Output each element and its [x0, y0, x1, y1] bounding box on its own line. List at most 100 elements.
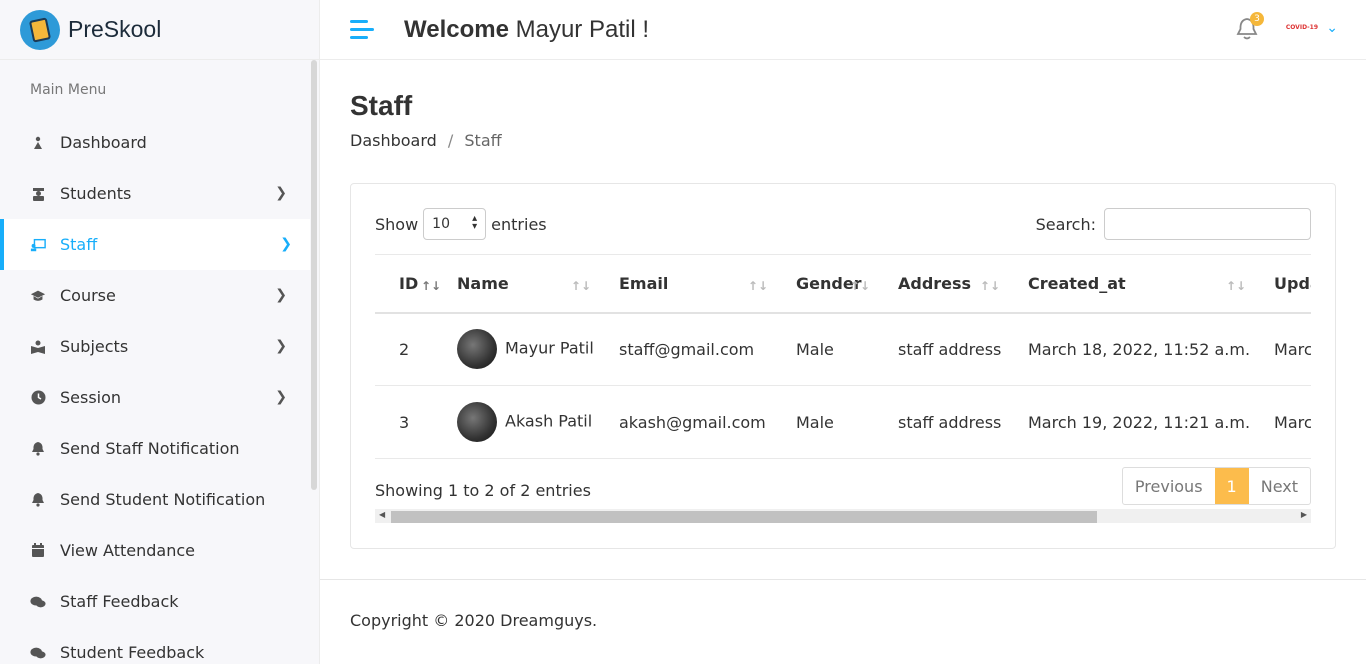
- breadcrumb-separator: /: [447, 131, 454, 150]
- column-header-updated-at[interactable]: Updated_at: [1250, 254, 1311, 314]
- sidebar-item-label: Student Feedback: [60, 643, 205, 662]
- avatar[interactable]: [457, 402, 497, 442]
- sort-icon: ↑↓: [747, 279, 768, 293]
- sidebar-item-staff[interactable]: Staff ❯: [0, 219, 310, 270]
- pagination: Previous 1 Next: [1121, 467, 1311, 505]
- sort-icon: ↑↓: [849, 279, 870, 293]
- sidebar-item-label: Course: [60, 286, 116, 305]
- page-button-1[interactable]: 1: [1214, 468, 1249, 504]
- sort-icon: ↑↓: [979, 279, 1000, 293]
- user-name: Mayur Patil !: [515, 15, 649, 43]
- notification-badge: 3: [1250, 12, 1264, 26]
- staff-name[interactable]: Mayur Patil: [505, 339, 594, 358]
- sidebar-item-label: Staff Feedback: [60, 592, 179, 611]
- breadcrumb-dashboard[interactable]: Dashboard: [350, 131, 437, 150]
- column-header-gender[interactable]: Gender ↑↓: [772, 254, 874, 314]
- sort-icon: ↑↓: [570, 279, 591, 293]
- menu-title: Main Menu: [30, 82, 107, 98]
- next-button[interactable]: Next: [1249, 468, 1310, 504]
- book-reader-icon: [30, 339, 46, 355]
- cell-created-at: March 19, 2022, 11:21 a.m.: [1004, 385, 1251, 459]
- sidebar-item-label: View Attendance: [60, 541, 195, 560]
- chevron-right-icon: ❯: [275, 287, 287, 303]
- sidebar-item-send-staff-notification[interactable]: Send Staff Notification: [0, 423, 319, 474]
- sidebar-item-dashboard[interactable]: Dashboard: [0, 117, 319, 168]
- welcome-text: Welcome Mayur Patil !: [404, 16, 649, 44]
- column-header-email[interactable]: Email ↑↓: [595, 254, 772, 314]
- column-header-id[interactable]: ID ↑↓: [375, 254, 441, 314]
- cell-email: akash@gmail.com: [595, 385, 772, 459]
- cell-address: staff address: [874, 312, 1004, 386]
- table-row: 3 Akash Patil akash@gmail.com Male staff…: [375, 385, 1311, 459]
- chevron-down-icon[interactable]: ⌄: [1326, 20, 1338, 36]
- staff-table: ID ↑↓ Name ↑↓ Email ↑↓ Gender ↑↓ Address ↑↓ C…: [375, 254, 1311, 459]
- column-header-name[interactable]: Name ↑↓: [433, 254, 595, 314]
- sidebar-item-label: Students: [60, 184, 132, 203]
- calendar-icon: [30, 543, 46, 559]
- scroll-left-icon[interactable]: ◀: [379, 510, 385, 519]
- copyright-text: Copyright © 2020 Dreamguys.: [350, 611, 598, 630]
- sidebar-item-label: Dashboard: [60, 133, 147, 152]
- avatar[interactable]: [457, 329, 497, 370]
- chevron-right-icon: ❯: [275, 389, 287, 405]
- previous-button[interactable]: Previous: [1123, 468, 1215, 504]
- sidebar-scrollbar[interactable]: [311, 60, 317, 490]
- sidebar-item-view-attendance[interactable]: View Attendance: [0, 525, 319, 576]
- sidebar-item-send-student-notification[interactable]: Send Student Notification: [0, 474, 319, 525]
- brand-name: PreSkool: [68, 16, 162, 42]
- entries-label: entries: [491, 214, 547, 234]
- menu-toggle-icon[interactable]: [350, 19, 374, 40]
- chevron-right-icon: ❯: [275, 338, 287, 354]
- staff-table-card: Show 10 ▴ ▾ entries Search: ID ↑↓ Name ↑↓ E…: [350, 183, 1336, 549]
- cell-id: 2: [375, 312, 433, 386]
- cell-name: Akash Patil: [433, 385, 595, 459]
- sidebar: PreSkool Main Menu Dashboard Students ❯ …: [0, 0, 320, 664]
- chevron-right-icon: ❯: [275, 185, 287, 201]
- graduation-cap-icon: [30, 288, 46, 304]
- cell-created-at: March 18, 2022, 11:52 a.m.: [1004, 312, 1251, 386]
- column-header-created-at[interactable]: Created_at ↑↓: [1004, 254, 1251, 314]
- breadcrumb: Dashboard / Staff: [350, 131, 502, 150]
- search-control: Search:: [1036, 208, 1311, 240]
- comments-icon: [30, 645, 46, 661]
- dashboard-icon: [30, 135, 46, 151]
- clock-icon: [30, 390, 46, 406]
- cell-gender: Male: [772, 385, 874, 459]
- bell-icon: [30, 492, 46, 508]
- main-content: Staff Dashboard / Staff Show 10 ▴ ▾ entri…: [320, 60, 1366, 664]
- cell-updated-at: March 1: [1250, 385, 1311, 459]
- cell-name: Mayur Patil: [433, 312, 595, 386]
- top-header: Welcome Mayur Patil ! 3 COVID-19 ⌄: [320, 0, 1366, 60]
- logo[interactable]: PreSkool: [0, 0, 319, 60]
- sidebar-item-staff-feedback[interactable]: Staff Feedback: [0, 576, 319, 627]
- page-title: Staff: [350, 90, 413, 121]
- sidebar-item-students[interactable]: Students ❯: [0, 168, 319, 219]
- welcome-bold: Welcome: [404, 15, 509, 43]
- sidebar-item-student-feedback[interactable]: Student Feedback: [0, 627, 319, 664]
- sidebar-item-label: Send Staff Notification: [60, 439, 240, 458]
- user-avatar[interactable]: COVID-19: [1286, 24, 1318, 31]
- column-header-address[interactable]: Address ↑↓: [874, 254, 1004, 314]
- sidebar-item-subjects[interactable]: Subjects ❯: [0, 321, 319, 372]
- entries-select[interactable]: 10 ▴ ▾: [423, 208, 487, 240]
- sidebar-item-course[interactable]: Course ❯: [0, 270, 319, 321]
- horizontal-scrollbar[interactable]: ◀ ▶: [375, 509, 1311, 523]
- cell-id: 3: [375, 385, 433, 459]
- cell-email: staff@gmail.com: [595, 312, 772, 386]
- sidebar-item-session[interactable]: Session ❯: [0, 372, 319, 423]
- sidebar-item-label: Subjects: [60, 337, 129, 356]
- comments-icon: [30, 594, 46, 610]
- show-label: Show: [375, 214, 419, 234]
- staff-name[interactable]: Akash Patil: [505, 412, 592, 431]
- cell-address: staff address: [874, 385, 1004, 459]
- cell-gender: Male: [772, 312, 874, 386]
- chevron-right-icon: ❯: [280, 236, 292, 252]
- sidebar-item-label: Send Student Notification: [60, 490, 266, 509]
- scrollbar-thumb[interactable]: [391, 511, 1097, 523]
- sidebar-item-label: Staff: [60, 235, 98, 254]
- table-wrapper: ID ↑↓ Name ↑↓ Email ↑↓ Gender ↑↓ Address ↑↓ C…: [375, 254, 1311, 459]
- search-label: Search:: [1035, 214, 1096, 234]
- search-input[interactable]: [1104, 208, 1311, 240]
- scroll-right-icon[interactable]: ▶: [1301, 510, 1307, 519]
- entries-control: Show 10 ▴ ▾ entries: [375, 208, 547, 240]
